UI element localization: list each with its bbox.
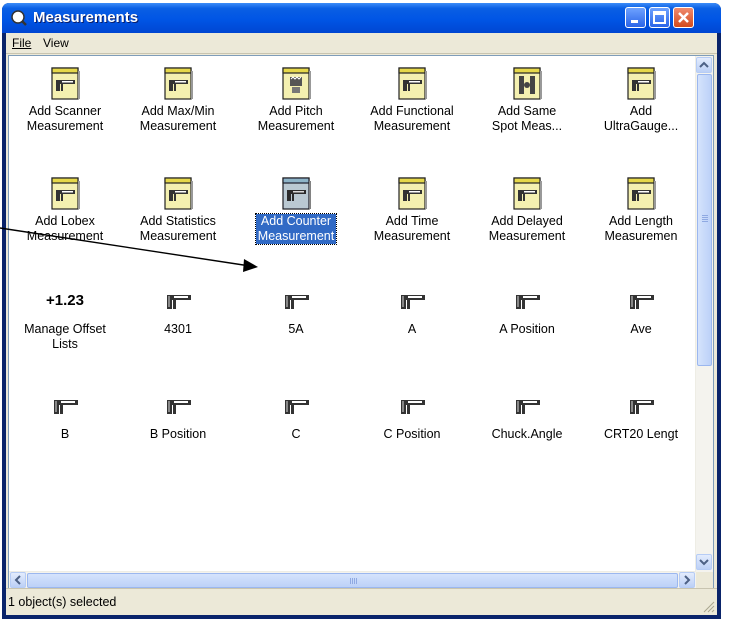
- list-item-label: Add Same Spot Meas...: [491, 104, 563, 133]
- list-item-label: Add Time Measurement: [373, 214, 451, 243]
- list-item[interactable]: Add Pitch Measurement: [240, 66, 352, 134]
- list-item-label: A Position: [499, 322, 555, 336]
- list-item-label: Chuck.Angle: [491, 427, 563, 441]
- list-item[interactable]: C Position: [356, 389, 468, 442]
- list-item-label: Manage Offset Lists: [24, 322, 106, 351]
- notebook-caliper-icon: [280, 176, 312, 210]
- caliper-icon: [511, 284, 543, 318]
- title-bar[interactable]: Measurements: [2, 3, 721, 33]
- notebook-caliper-icon: [625, 176, 657, 210]
- notebook-caliper-icon: [511, 176, 543, 210]
- caliper-icon: [511, 389, 543, 423]
- notebook-caliper-icon: [49, 66, 81, 100]
- list-item-label: Ave: [630, 322, 652, 336]
- list-item-label: Add Lobex Measurement: [26, 214, 104, 243]
- measurements-window: Measurements File View CRT20 Lengt Chuck.…: [2, 3, 721, 619]
- caliper-icon: [162, 284, 194, 318]
- menu-bar: File View: [6, 33, 717, 54]
- list-item-label: Add Max/Min Measurement: [139, 104, 217, 133]
- list-item[interactable]: A: [356, 284, 468, 337]
- notebook-caliper-icon: [396, 66, 428, 100]
- scroll-right-button[interactable]: [679, 572, 695, 588]
- menu-view-label: View: [43, 36, 69, 50]
- list-item-label: 5A: [288, 322, 304, 336]
- list-item-label: Add Delayed Measurement: [488, 214, 566, 243]
- list-item-label: Add Scanner Measurement: [26, 104, 104, 133]
- list-item[interactable]: Add Scanner Measurement: [9, 66, 121, 134]
- caliper-icon: [625, 389, 657, 423]
- list-item[interactable]: Add Functional Measurement: [356, 66, 468, 134]
- status-bar: 1 object(s) selected: [6, 588, 717, 615]
- maximize-button[interactable]: [649, 7, 670, 28]
- scroll-left-button[interactable]: [10, 572, 26, 588]
- offset-text-icon: +1.23: [35, 284, 95, 318]
- list-item-label: C: [291, 427, 301, 441]
- window-title: Measurements: [33, 9, 139, 26]
- measurements-list-view[interactable]: CRT20 Lengt Chuck.Angle C Position C B Posit…: [8, 55, 714, 590]
- menu-file[interactable]: File: [12, 36, 31, 50]
- scroll-up-button[interactable]: [696, 57, 712, 73]
- list-item-label: B Position: [149, 427, 207, 441]
- list-item[interactable]: Ave: [585, 284, 697, 337]
- caliper-icon: [396, 284, 428, 318]
- scroll-down-button[interactable]: [696, 554, 712, 570]
- list-item[interactable]: B Position: [122, 389, 234, 442]
- list-item-label: Add UltraGauge...: [603, 104, 679, 133]
- list-item[interactable]: +1.23 Manage Offset Lists: [9, 284, 121, 352]
- menu-view[interactable]: View: [43, 36, 69, 50]
- minimize-button[interactable]: [625, 7, 646, 28]
- notebook-caliper-icon: [162, 66, 194, 100]
- list-item-label: Add Length Measuremen: [604, 214, 678, 243]
- list-item[interactable]: Add Delayed Measurement: [471, 176, 583, 244]
- vertical-scroll-thumb[interactable]: [697, 74, 712, 366]
- status-text: 1 object(s) selected: [8, 595, 117, 609]
- list-item[interactable]: Add Max/Min Measurement: [122, 66, 234, 134]
- list-item[interactable]: B: [9, 389, 121, 442]
- scrollbar-corner: [696, 572, 713, 589]
- notebook-caliper-icon: [162, 176, 194, 210]
- horizontal-scroll-thumb[interactable]: [27, 573, 678, 588]
- list-item[interactable]: A Position: [471, 284, 583, 337]
- list-item-label: A: [407, 322, 417, 336]
- notebook-gauge-icon: [511, 66, 543, 100]
- caliper-icon: [280, 389, 312, 423]
- list-item[interactable]: Add Lobex Measurement: [9, 176, 121, 244]
- list-item-label: Add Statistics Measurement: [139, 214, 217, 243]
- list-item[interactable]: 5A: [240, 284, 352, 337]
- caliper-icon: [625, 284, 657, 318]
- list-item-label: 4301: [164, 322, 192, 336]
- list-item[interactable]: Add Counter Measurement: [240, 176, 352, 245]
- offset-text: +1.23: [46, 292, 84, 309]
- list-item[interactable]: Add Time Measurement: [356, 176, 468, 244]
- list-item[interactable]: Chuck.Angle: [471, 389, 583, 442]
- list-item[interactable]: C: [240, 389, 352, 442]
- vertical-scrollbar[interactable]: [695, 56, 713, 572]
- list-item[interactable]: CRT20 Lengt: [585, 389, 697, 442]
- list-item-label: Add Counter Measurement: [254, 213, 338, 245]
- resize-grip-icon[interactable]: [703, 601, 715, 613]
- list-item[interactable]: 4301: [122, 284, 234, 337]
- list-item-label: Add Pitch Measurement: [257, 104, 335, 133]
- list-item-label: B: [60, 427, 70, 441]
- horizontal-scrollbar[interactable]: [9, 571, 696, 589]
- list-item[interactable]: Add Same Spot Meas...: [471, 66, 583, 134]
- list-item-label: Add Functional Measurement: [370, 104, 454, 133]
- window-client-area: File View CRT20 Lengt Chuck.Angle C Positi…: [6, 33, 717, 615]
- notebook-caliper-icon: [396, 176, 428, 210]
- menu-file-label: File: [12, 36, 32, 50]
- list-item-label: CRT20 Lengt: [603, 427, 679, 441]
- caliper-icon: [396, 389, 428, 423]
- caliper-icon: [162, 389, 194, 423]
- window-app-icon: [11, 10, 27, 26]
- close-button[interactable]: [673, 7, 694, 28]
- list-item[interactable]: Add Statistics Measurement: [122, 176, 234, 244]
- list-item[interactable]: Add UltraGauge...: [585, 66, 697, 134]
- caliper-icon: [49, 389, 81, 423]
- notebook-caliper-icon: [49, 176, 81, 210]
- notebook-thread-icon: [280, 66, 312, 100]
- caliper-icon: [280, 284, 312, 318]
- list-item[interactable]: Add Length Measuremen: [585, 176, 697, 244]
- list-item-label: C Position: [383, 427, 441, 441]
- notebook-caliper-icon: [625, 66, 657, 100]
